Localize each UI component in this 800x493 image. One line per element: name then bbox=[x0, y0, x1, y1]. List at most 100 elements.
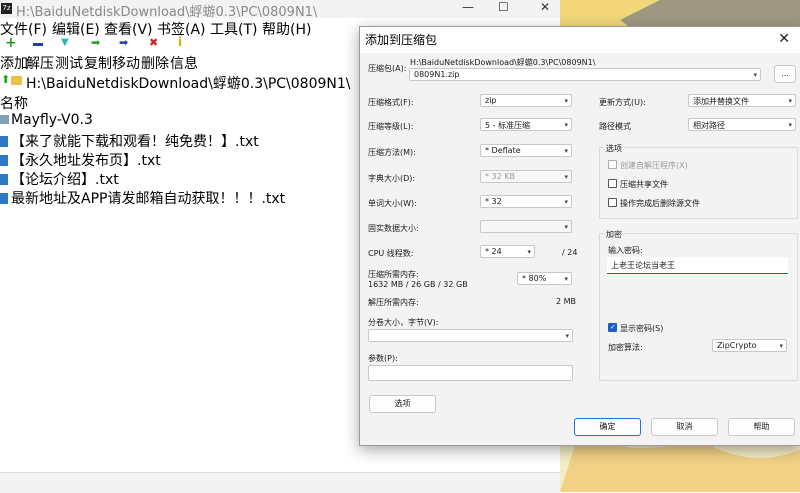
threads-total: / 24 bbox=[562, 248, 578, 257]
archive-name-combo[interactable]: 0809N1.zip ▾ bbox=[409, 68, 761, 81]
threads-select[interactable]: * 24 ▾ bbox=[480, 245, 535, 258]
cancel-button[interactable]: 取消 bbox=[651, 418, 718, 436]
show-password-label: 显示密码(S) bbox=[620, 324, 664, 333]
dialog-title-bar: 添加到压缩包 ✕ bbox=[360, 27, 800, 53]
close-icon[interactable]: ✕ bbox=[778, 31, 790, 47]
chevron-down-icon: ▾ bbox=[779, 342, 783, 350]
word-value: * 32 bbox=[485, 197, 502, 206]
add-button[interactable]: 添加 bbox=[0, 53, 28, 73]
dict-select[interactable]: * 32 KB ▾ bbox=[480, 170, 572, 183]
path-value: 相对路径 bbox=[693, 121, 725, 130]
path-label: 路径模式 bbox=[599, 122, 631, 131]
chevron-down-icon: ▾ bbox=[788, 97, 792, 105]
delete-source-checkbox[interactable] bbox=[608, 198, 617, 207]
chevron-down-icon: ▾ bbox=[753, 71, 757, 79]
password-input[interactable]: 上老王论坛当老王 bbox=[607, 257, 788, 274]
chevron-down-icon: ▾ bbox=[564, 147, 568, 155]
enc-method-select[interactable]: ZipCrypto ▾ bbox=[712, 339, 787, 352]
arrow-right-icon: ➡ bbox=[91, 36, 101, 49]
file-icon bbox=[0, 155, 8, 166]
chevron-down-icon: ▾ bbox=[564, 121, 568, 129]
list-item[interactable]: 【永久地址发布页】.txt bbox=[0, 150, 161, 170]
mem-label: 压缩所需内存: bbox=[368, 270, 419, 279]
delete-source-label: 操作完成后删除源文件 bbox=[620, 199, 700, 208]
chevron-down-icon: ▾ bbox=[564, 97, 568, 105]
split-select[interactable]: ▾ bbox=[368, 329, 573, 342]
file-icon bbox=[0, 136, 8, 147]
ok-button[interactable]: 确定 bbox=[574, 418, 641, 436]
menu-tools[interactable]: 工具(T) bbox=[210, 19, 257, 39]
chevron-down-icon: ▾ bbox=[565, 332, 569, 340]
method-label: 压缩方法(M): bbox=[368, 148, 416, 157]
shared-checkbox[interactable] bbox=[608, 179, 617, 188]
info-icon: i bbox=[178, 35, 183, 49]
method-value: * Deflate bbox=[485, 146, 521, 155]
solid-select[interactable]: ▾ bbox=[480, 220, 572, 233]
address-path[interactable]: H:\BaiduNetdiskDownload\蜉蝣0.3\PC\0809N1\ bbox=[26, 73, 351, 93]
word-select[interactable]: * 32 ▾ bbox=[480, 195, 572, 208]
chevron-down-icon: ▾ bbox=[564, 173, 568, 181]
close-icon[interactable]: ✕ bbox=[540, 0, 550, 14]
list-item[interactable]: 【论坛介绍】.txt bbox=[0, 169, 119, 189]
extract-button[interactable]: 解压 bbox=[26, 53, 54, 73]
password-value: 上老王论坛当老王 bbox=[611, 261, 675, 270]
chevron-down-icon: ▾ bbox=[788, 121, 792, 129]
params-input[interactable] bbox=[368, 365, 573, 381]
show-password-checkbox[interactable] bbox=[608, 323, 617, 332]
sfx-checkbox[interactable] bbox=[608, 160, 617, 169]
window-title: H:\BaiduNetdiskDownload\蜉蝣0.3\PC\0809N1\ bbox=[16, 5, 318, 20]
archive-label: 压缩包(A): bbox=[368, 64, 407, 73]
path-select[interactable]: 相对路径 ▾ bbox=[688, 118, 796, 131]
level-label: 压缩等级(L): bbox=[368, 122, 414, 131]
delete-button[interactable]: 删除 bbox=[141, 53, 169, 73]
dict-value: * 32 KB bbox=[485, 172, 515, 181]
threads-label: CPU 线程数: bbox=[368, 249, 414, 258]
copy-button[interactable]: 复制 bbox=[84, 53, 112, 73]
chevron-down-icon: ▾ bbox=[564, 223, 568, 231]
maximize-icon[interactable]: ☐ bbox=[498, 0, 509, 14]
mem-select[interactable]: * 80% ▾ bbox=[517, 272, 572, 285]
minus-icon bbox=[33, 43, 43, 46]
info-button[interactable]: 信息 bbox=[170, 53, 198, 73]
test-button[interactable]: 测试 bbox=[55, 53, 83, 73]
menu-help[interactable]: 帮助(H) bbox=[262, 19, 311, 39]
decomp-value: 2 MB bbox=[556, 297, 577, 306]
file-icon bbox=[0, 193, 8, 204]
dict-label: 字典大小(D): bbox=[368, 174, 416, 183]
chevron-down-icon: ▼ bbox=[61, 37, 69, 48]
word-label: 单词大小(W): bbox=[368, 199, 417, 208]
list-item[interactable]: Mayfly-V0.3 bbox=[0, 112, 93, 128]
folder-icon bbox=[11, 76, 22, 85]
browse-button[interactable]: ... bbox=[774, 65, 796, 83]
up-arrow-icon[interactable]: ⬆ bbox=[1, 73, 10, 86]
help-button[interactable]: 帮助 bbox=[728, 418, 795, 436]
mem-detail: 1632 MB / 26 GB / 32 GB bbox=[368, 280, 468, 289]
column-header-name[interactable]: 名称 bbox=[0, 93, 28, 113]
threads-value: * 24 bbox=[485, 247, 502, 256]
list-item[interactable]: 【来了就能下载和观看！纯免费！】.txt bbox=[0, 131, 259, 151]
folder-icon bbox=[0, 115, 9, 124]
shared-label: 压缩共享文件 bbox=[620, 180, 668, 189]
format-label: 压缩格式(F): bbox=[368, 98, 414, 107]
move-button[interactable]: 移动 bbox=[112, 53, 140, 73]
update-value: 添加并替换文件 bbox=[693, 97, 749, 106]
split-label: 分卷大小，字节(V): bbox=[368, 318, 439, 327]
dialog-title: 添加到压缩包 bbox=[365, 33, 438, 47]
status-bar bbox=[0, 472, 560, 493]
list-item[interactable]: 最新地址及APP请发邮箱自动获取！！！.txt bbox=[0, 188, 285, 208]
minimize-icon[interactable]: — bbox=[462, 0, 474, 14]
title-bar: 7z H:\BaiduNetdiskDownload\蜉蝣0.3\PC\0809… bbox=[0, 0, 560, 20]
update-label: 更新方式(U): bbox=[599, 98, 646, 107]
add-to-archive-dialog: 添加到压缩包 ✕ 压缩包(A): H:\BaiduNetdiskDownload… bbox=[359, 26, 800, 446]
enc-method-label: 加密算法: bbox=[608, 343, 643, 352]
format-select[interactable]: zip ▾ bbox=[480, 94, 572, 107]
options-button[interactable]: 选项 bbox=[369, 395, 436, 413]
update-select[interactable]: 添加并替换文件 ▾ bbox=[688, 94, 796, 107]
level-select[interactable]: 5 - 标准压缩 ▾ bbox=[480, 118, 572, 131]
x-icon: ✖ bbox=[149, 36, 159, 49]
file-icon bbox=[0, 174, 8, 185]
level-value: 5 - 标准压缩 bbox=[485, 121, 531, 130]
method-select[interactable]: * Deflate ▾ bbox=[480, 144, 572, 157]
plus-icon: + bbox=[5, 35, 17, 51]
params-label: 参数(P): bbox=[368, 354, 398, 363]
